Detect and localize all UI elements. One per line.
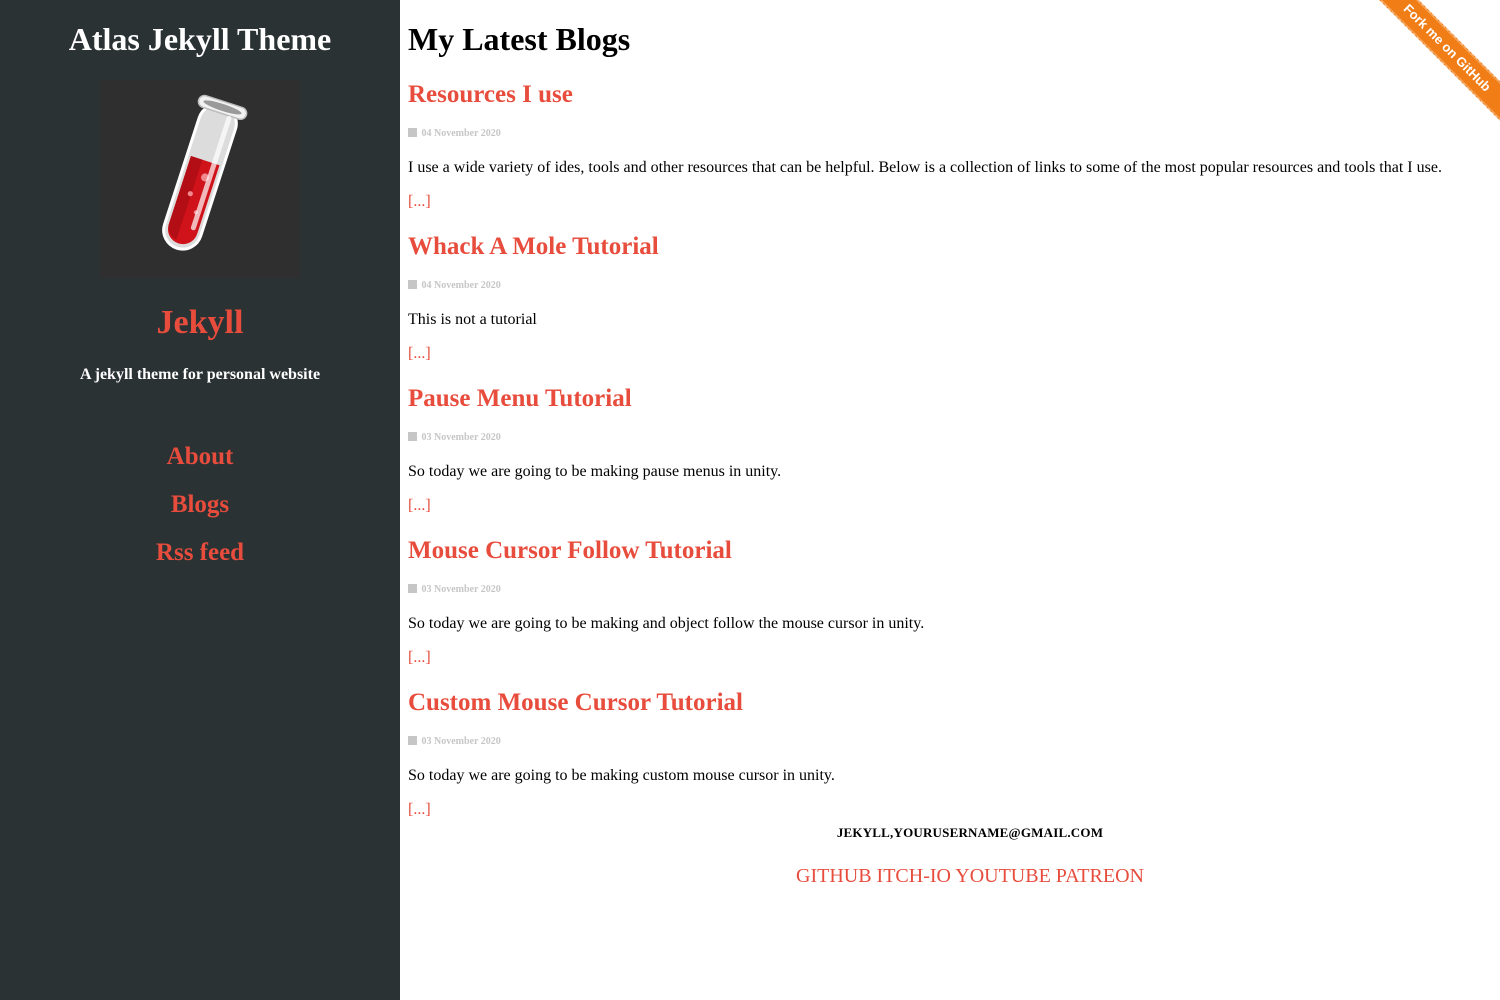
test-tube-icon — [162, 94, 248, 251]
calendar-icon — [408, 280, 417, 289]
calendar-icon — [408, 432, 417, 441]
read-more-link[interactable]: [...] — [408, 648, 431, 668]
post-excerpt: So today we are going to be making and o… — [408, 615, 925, 632]
site-title[interactable]: Atlas Jekyll Theme — [0, 0, 400, 58]
fork-me-ribbon[interactable]: Fork me on GitHub — [1365, 0, 1500, 133]
post-date-text: 04 November 2020 — [421, 280, 501, 291]
footer-link-itch-io[interactable]: ITCH-IO — [877, 865, 951, 887]
footer-social-links: GITHUB ITCH-IO YOUTUBE PATREON — [400, 864, 1500, 888]
post-excerpt: I use a wide variety of ides, tools and … — [408, 159, 1442, 176]
post-date-text: 03 November 2020 — [421, 736, 501, 747]
calendar-icon — [408, 584, 417, 593]
post-item: Mouse Cursor Follow Tutorial 03 November… — [408, 536, 1493, 668]
post-title-link[interactable]: Resources I use — [408, 80, 1493, 110]
post-date: 03 November 2020 — [408, 584, 1493, 596]
post-date: 04 November 2020 — [408, 128, 1493, 140]
footer-link-patreon[interactable]: PATREON — [1056, 865, 1144, 887]
footer: JEKYLL,YOURUSERNAME@GMAIL.COM GITHUB ITC… — [400, 824, 1500, 888]
post-date: 03 November 2020 — [408, 432, 1493, 444]
post-date-text: 03 November 2020 — [421, 432, 501, 443]
footer-email[interactable]: JEKYLL,YOURUSERNAME@GMAIL.COM — [400, 824, 1500, 842]
post-date: 03 November 2020 — [408, 736, 1493, 748]
post-title-link[interactable]: Mouse Cursor Follow Tutorial — [408, 536, 1493, 566]
footer-link-youtube[interactable]: YOUTUBE — [955, 865, 1051, 887]
nav-item-blogs[interactable]: Blogs — [0, 490, 400, 520]
fork-ribbon-container: Fork me on GitHub — [1365, 0, 1500, 135]
sidebar: Atlas Jekyll Theme Jekyll A jekyll theme — [0, 0, 400, 1000]
read-more-link[interactable]: [...] — [408, 344, 431, 364]
sidebar-nav: About Blogs Rss feed — [0, 442, 400, 568]
post-item: Pause Menu Tutorial 03 November 2020 So … — [408, 384, 1493, 516]
post-excerpt: So today we are going to be making pause… — [408, 463, 782, 480]
post-excerpt: So today we are going to be making custo… — [408, 767, 835, 784]
post-date: 04 November 2020 — [408, 280, 1493, 292]
footer-link-github[interactable]: GITHUB — [796, 865, 872, 887]
tagline: A jekyll theme for personal website — [79, 366, 321, 383]
post-title-link[interactable]: Whack A Mole Tutorial — [408, 232, 1493, 262]
read-more-link[interactable]: [...] — [408, 496, 431, 516]
nav-item-rss-feed[interactable]: Rss feed — [0, 538, 400, 568]
post-item: Custom Mouse Cursor Tutorial 03 November… — [408, 688, 1493, 820]
calendar-icon — [408, 736, 417, 745]
avatar — [100, 80, 300, 278]
post-title-link[interactable]: Pause Menu Tutorial — [408, 384, 1493, 414]
post-item: Whack A Mole Tutorial 04 November 2020 T… — [408, 232, 1493, 364]
post-item: Resources I use 04 November 2020 I use a… — [408, 80, 1493, 212]
nav-item-about[interactable]: About — [0, 442, 400, 472]
post-date-text: 03 November 2020 — [421, 584, 501, 595]
author-name[interactable]: Jekyll — [0, 302, 400, 344]
read-more-link[interactable]: [...] — [408, 800, 431, 820]
page-title: My Latest Blogs — [408, 21, 631, 57]
calendar-icon — [408, 128, 417, 137]
main-content: My Latest Blogs Resources I use 04 Novem… — [408, 0, 1493, 820]
post-date-text: 04 November 2020 — [421, 128, 501, 139]
post-title-link[interactable]: Custom Mouse Cursor Tutorial — [408, 688, 1493, 718]
read-more-link[interactable]: [...] — [408, 192, 431, 212]
post-excerpt: This is not a tutorial — [408, 311, 537, 328]
